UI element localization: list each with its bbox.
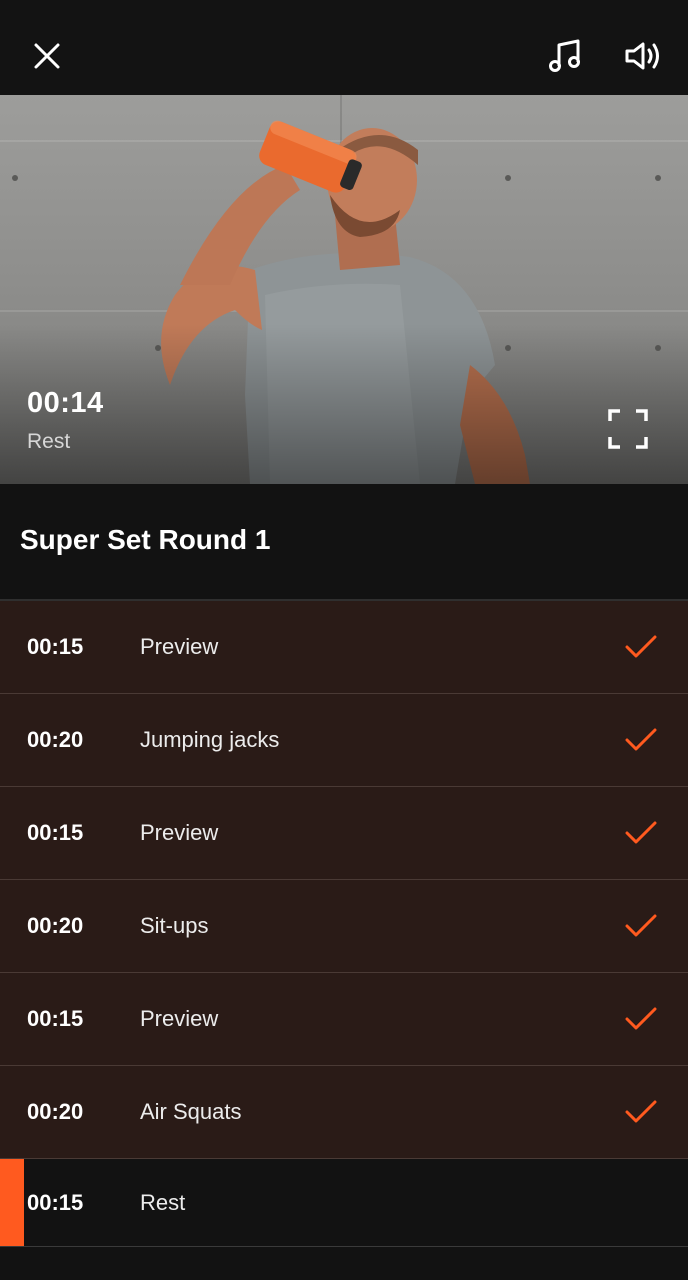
exercise-row[interactable]: 00:20 Jumping jacks: [0, 694, 688, 787]
check-icon: [624, 973, 658, 1065]
exercise-row[interactable]: 00:15 Preview: [0, 787, 688, 880]
music-note-icon: [549, 39, 580, 72]
exercise-name: Sit-ups: [140, 913, 209, 938]
check-icon: [624, 880, 658, 972]
check-icon: [624, 694, 658, 786]
music-button[interactable]: [543, 34, 587, 78]
fullscreen-icon: [608, 409, 648, 449]
check-icon: [624, 787, 658, 879]
exercise-name: Preview: [140, 634, 219, 659]
exercise-row[interactable]: 00:20 Sit-ups: [0, 880, 688, 973]
section-title: Super Set Round 1: [20, 524, 271, 555]
check-icon: [624, 601, 658, 693]
exercise-row[interactable]: 00:15 Preview: [0, 601, 688, 694]
volume-button[interactable]: [620, 34, 664, 78]
current-phase-label: Rest: [27, 430, 71, 453]
top-bar: [0, 0, 688, 95]
exercise-list: 00:15 Preview 00:20 Jumping jacks 00:15 …: [0, 601, 688, 1247]
exercise-duration: 00:15: [27, 1006, 84, 1031]
current-indicator: [0, 1159, 24, 1246]
exercise-name: Air Squats: [140, 1099, 242, 1124]
exercise-row[interactable]: 00:20 Air Squats: [0, 1066, 688, 1159]
exercise-duration: 00:20: [27, 913, 84, 938]
exercise-row-current[interactable]: 00:15 Rest: [0, 1159, 688, 1247]
exercise-name: Preview: [140, 820, 219, 845]
exercise-name: Preview: [140, 1006, 219, 1031]
timer-overlay: 00:14 Rest: [27, 387, 104, 454]
exercise-duration: 00:20: [27, 1099, 84, 1124]
close-icon: [34, 43, 60, 69]
exercise-duration: 00:15: [27, 1189, 84, 1215]
fullscreen-button[interactable]: [604, 405, 652, 453]
exercise-name: Rest: [140, 1189, 186, 1215]
exercise-name: Jumping jacks: [140, 727, 280, 752]
exercise-row[interactable]: 00:15 Preview: [0, 973, 688, 1066]
countdown-time: 00:14: [27, 387, 104, 419]
volume-icon: [625, 42, 659, 70]
check-icon: [624, 1066, 658, 1158]
exercise-duration: 00:15: [27, 634, 84, 659]
exercise-duration: 00:15: [27, 820, 84, 845]
exercise-duration: 00:20: [27, 727, 84, 752]
close-button[interactable]: [25, 34, 69, 78]
